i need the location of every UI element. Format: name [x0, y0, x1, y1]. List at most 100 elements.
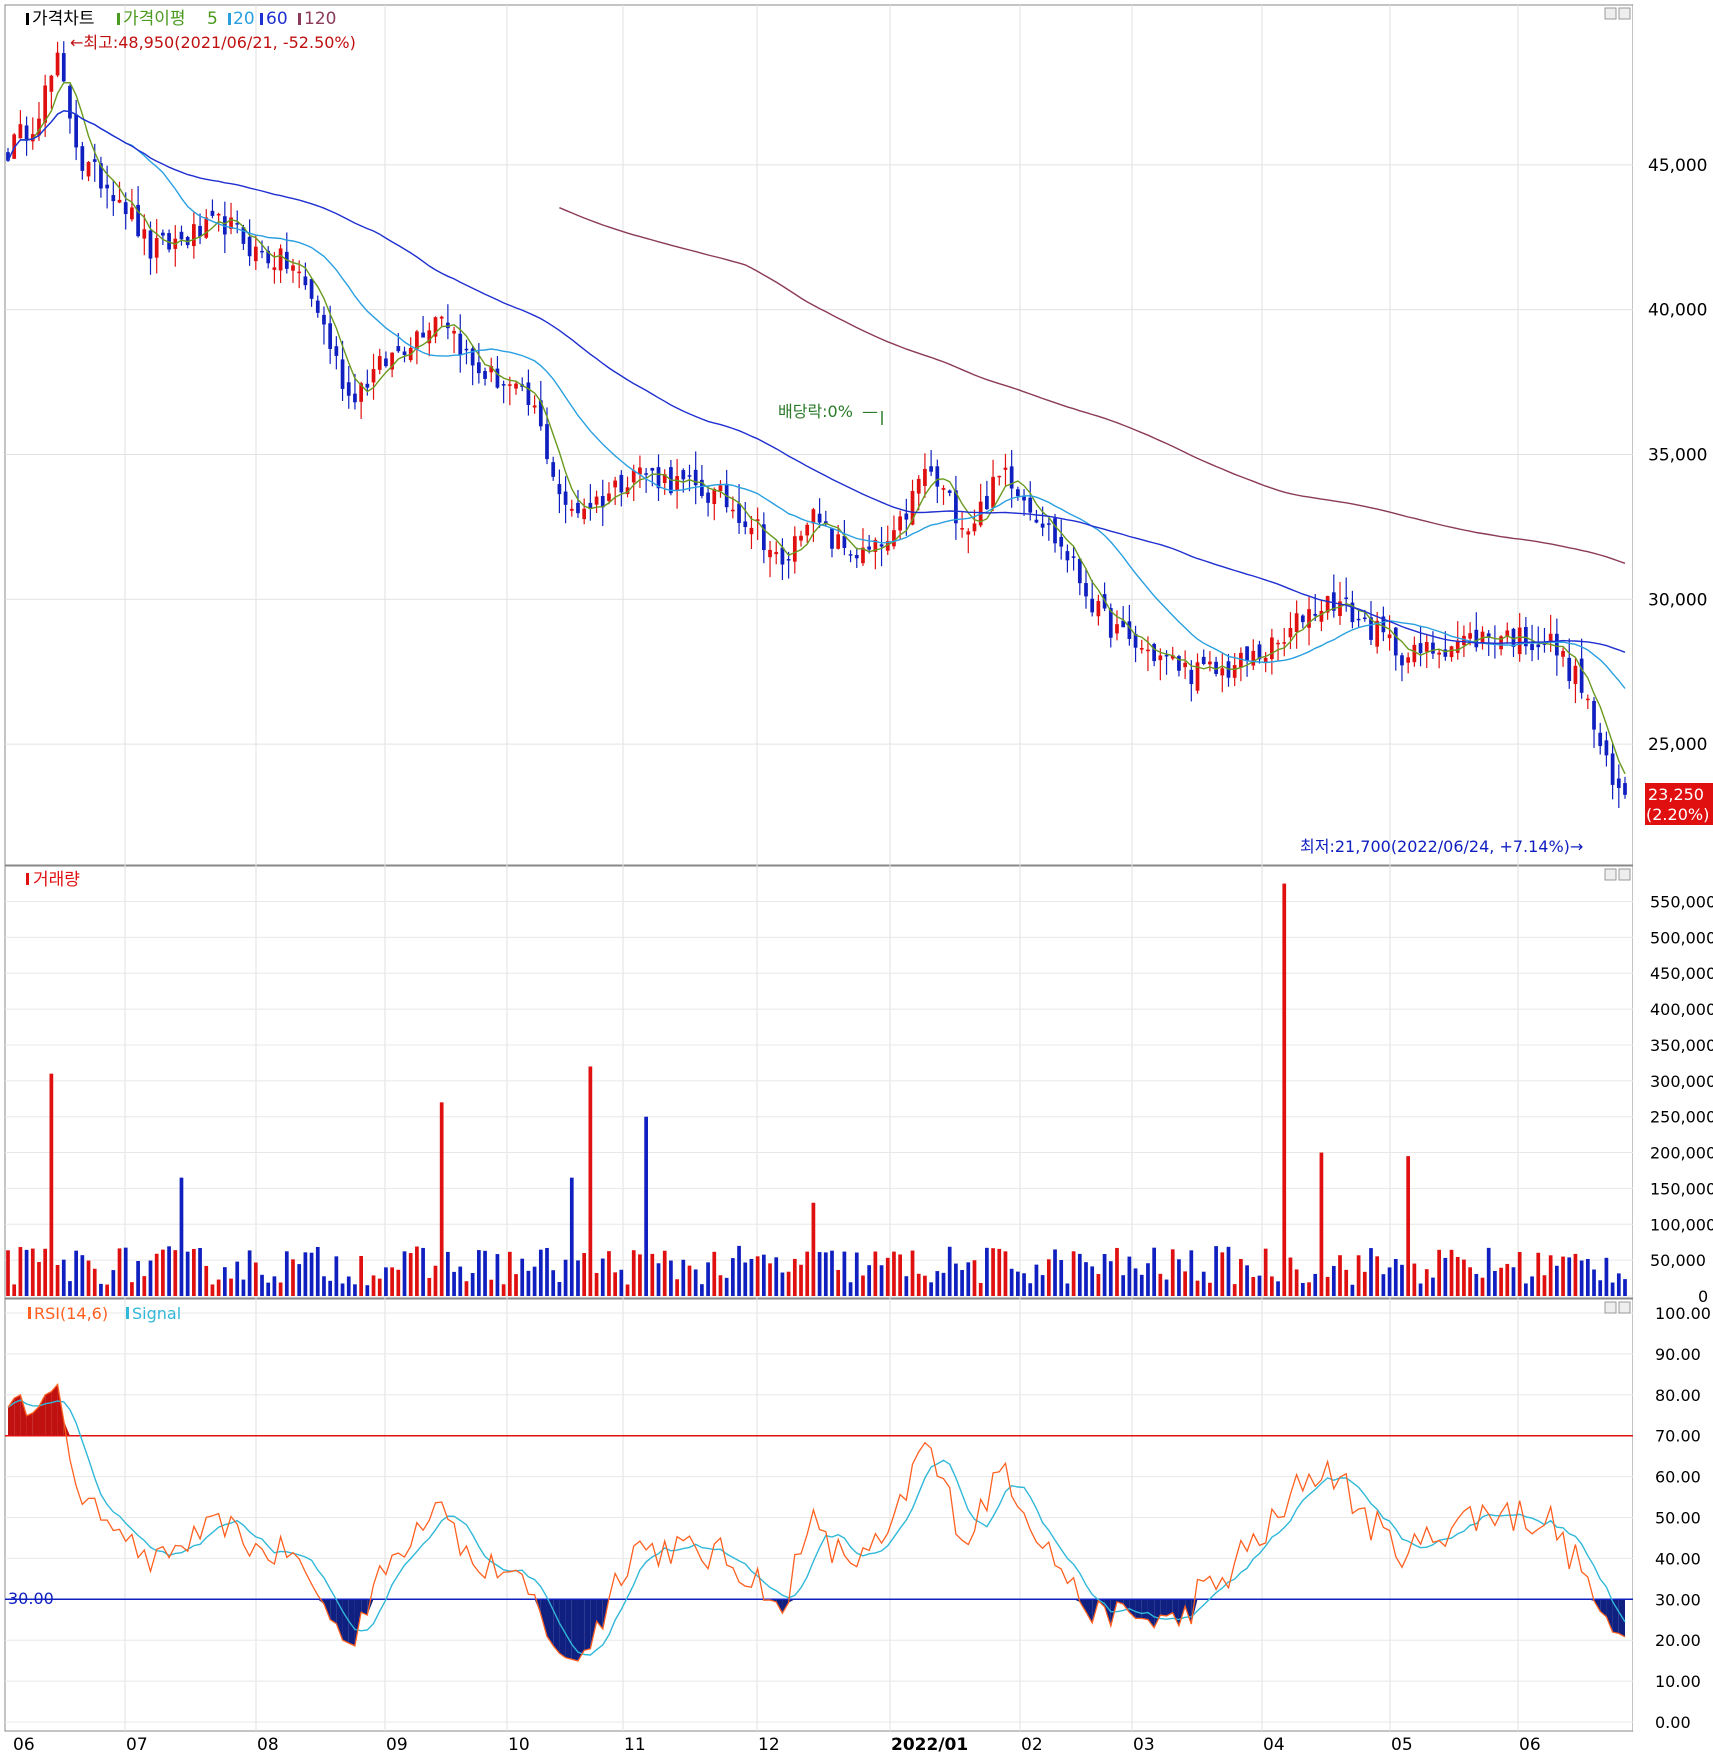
candle-body	[613, 480, 618, 488]
volume-bar	[786, 1271, 791, 1296]
candle-body	[1139, 648, 1144, 650]
volume-bar	[1189, 1250, 1194, 1296]
candle-body	[1474, 629, 1479, 648]
candle-body	[1164, 654, 1169, 657]
volume-bar	[198, 1247, 202, 1296]
volume-bar	[836, 1269, 841, 1296]
candle-body	[1059, 536, 1064, 547]
volume-y-tick: 300,000	[1650, 1072, 1713, 1091]
candle-body	[18, 124, 23, 139]
candle-body	[836, 534, 841, 549]
x-tick-label: 10	[508, 1735, 530, 1753]
volume-bar	[1071, 1251, 1076, 1296]
candle-body	[805, 524, 810, 536]
volume-bar	[1474, 1273, 1479, 1296]
volume-bar	[1294, 1269, 1299, 1296]
minimize-icon[interactable]	[1604, 868, 1617, 881]
volume-bar	[1462, 1259, 1466, 1296]
candle-body	[693, 469, 698, 486]
volume-bar	[619, 1269, 624, 1296]
volume-y-tick: 150,000	[1650, 1179, 1713, 1198]
maximize-icon[interactable]	[1618, 7, 1631, 20]
candle-body	[179, 231, 184, 240]
volume-bar	[594, 1272, 599, 1296]
candle-body	[768, 549, 772, 558]
volume-bar	[997, 1248, 1002, 1296]
candle-body	[1015, 489, 1020, 497]
volume-bar	[105, 1284, 109, 1296]
volume-bar	[706, 1262, 710, 1296]
volume-bar	[1610, 1282, 1615, 1296]
volume-bar	[1096, 1274, 1101, 1296]
maximize-icon[interactable]	[1618, 1301, 1631, 1314]
volume-bar	[43, 1248, 48, 1296]
volume-bar	[1623, 1279, 1627, 1296]
candle-body	[1424, 642, 1429, 652]
volume-bar	[1146, 1263, 1150, 1296]
candle-body	[402, 351, 407, 355]
candle-body	[749, 527, 754, 535]
volume-bar	[340, 1283, 345, 1296]
volume-bar	[1431, 1277, 1435, 1296]
candle-body	[80, 146, 85, 171]
candle-body	[216, 213, 221, 216]
maximize-icon[interactable]	[1618, 868, 1631, 881]
volume-bar	[1437, 1249, 1441, 1296]
rsi-oversold-fill	[584, 1599, 591, 1651]
volume-bar	[892, 1251, 896, 1296]
x-tick-label: 03	[1133, 1735, 1155, 1753]
candle-body	[247, 236, 252, 257]
volume-bar	[309, 1252, 314, 1296]
volume-bar	[1220, 1252, 1225, 1296]
volume-bar	[576, 1260, 580, 1296]
candle-body	[650, 468, 655, 471]
minimize-icon[interactable]	[1604, 1301, 1617, 1314]
candle-body	[532, 405, 537, 408]
stock-chart-svg: 06 07 08 09 10 11 12 2022/01 02 03 04 05 06 45,000 40,…	[4, 4, 1713, 1755]
volume-bar	[1548, 1255, 1553, 1296]
volume-bar	[978, 1282, 983, 1296]
candle-body	[960, 528, 964, 530]
volume-bar	[458, 1266, 463, 1296]
volume-bar	[1195, 1280, 1200, 1296]
candle-body	[365, 383, 370, 388]
volume-bar	[247, 1250, 252, 1296]
candle-body	[161, 232, 165, 236]
volume-bar	[1598, 1280, 1603, 1296]
candle-body	[1028, 497, 1033, 513]
volume-bar	[359, 1255, 363, 1296]
volume-bar	[923, 1275, 927, 1296]
volume-bar	[483, 1250, 487, 1296]
volume-bar	[1493, 1270, 1497, 1296]
rsi-oversold-fill	[553, 1599, 560, 1654]
candle-body	[192, 224, 196, 247]
candle-body	[328, 323, 333, 349]
minimize-icon[interactable]	[1604, 7, 1617, 20]
volume-bar	[1245, 1265, 1249, 1296]
rsi-y-tick: 10.00	[1655, 1672, 1701, 1691]
volume-bar	[1084, 1262, 1088, 1296]
rsi-legend-label: RSI(14,6)	[34, 1304, 108, 1323]
candle-body	[1468, 633, 1472, 639]
volume-bar	[563, 1259, 568, 1296]
rsi-overbought-fill	[26, 1412, 33, 1436]
candle-body	[309, 279, 314, 299]
volume-bar	[1468, 1267, 1472, 1296]
volume-bar	[966, 1262, 971, 1296]
rsi-y-tick: 30.00	[1655, 1590, 1701, 1609]
candle-body	[1201, 656, 1206, 664]
candle-body	[253, 246, 258, 262]
candle-body	[1418, 643, 1423, 654]
x-tick-label: 06	[1519, 1735, 1541, 1753]
x-tick-label: 02	[1021, 1735, 1043, 1753]
candle-body	[867, 546, 872, 550]
volume-bar	[1406, 1156, 1411, 1296]
volume-bar	[712, 1251, 717, 1296]
ma120-legend-marker	[298, 13, 301, 25]
volume-y-tick: 100,000	[1650, 1215, 1713, 1234]
candle-body	[117, 199, 122, 203]
volume-bar	[1003, 1251, 1008, 1296]
volume-bar	[916, 1273, 921, 1296]
volume-bar	[328, 1280, 333, 1296]
candle-body	[1239, 652, 1243, 668]
